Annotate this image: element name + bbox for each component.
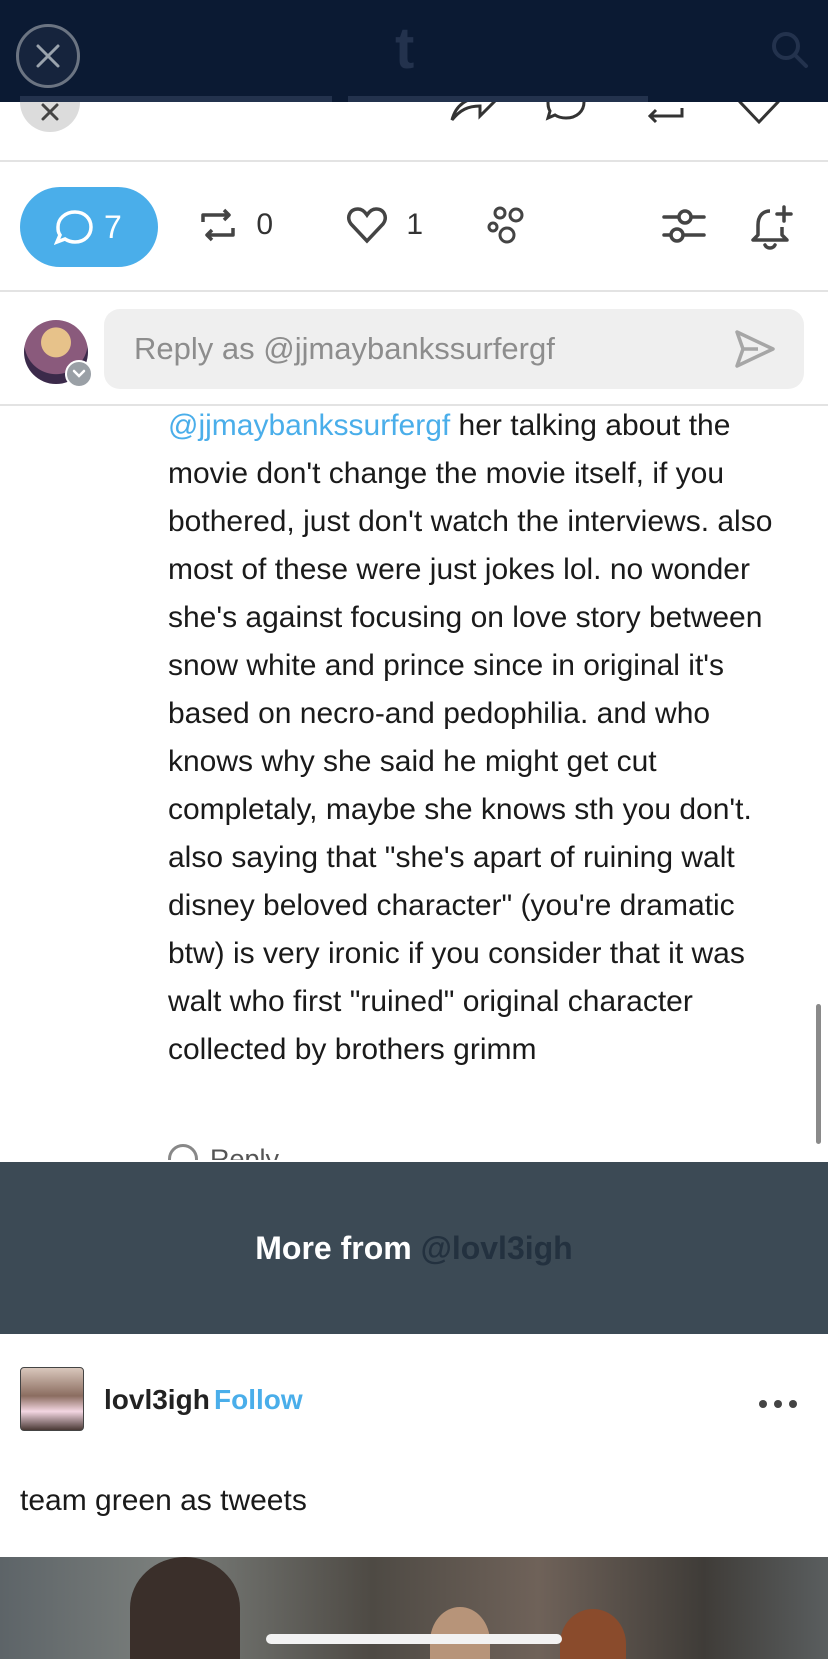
reply-icon bbox=[168, 1144, 198, 1160]
close-overlay-button[interactable] bbox=[16, 24, 80, 88]
post-actions-peek bbox=[0, 102, 828, 162]
post-card: lovl3igh Follow team green as tweets bbox=[0, 1334, 828, 1659]
comments-tab[interactable]: 7 bbox=[20, 187, 158, 267]
comment-icon bbox=[54, 210, 93, 245]
note-actions: 7 0 1 bbox=[0, 162, 828, 292]
more-options-icon[interactable] bbox=[758, 1398, 798, 1410]
comment-reply-button[interactable]: Reply bbox=[168, 1140, 368, 1160]
share-icon[interactable] bbox=[448, 102, 496, 128]
mention-link[interactable]: @jjmaybankssurfergf bbox=[168, 409, 450, 442]
close-icon bbox=[41, 103, 59, 121]
bubbles-icon bbox=[487, 206, 524, 244]
search-icon[interactable] bbox=[770, 30, 810, 70]
home-indicator[interactable] bbox=[266, 1634, 562, 1644]
comment-body: her talking about the movie don't change… bbox=[168, 409, 773, 1066]
reblogs-count: 0 bbox=[256, 208, 274, 241]
follow-button[interactable]: Follow bbox=[214, 1384, 303, 1416]
tumblr-logo[interactable]: t bbox=[395, 20, 435, 78]
post-author-name[interactable]: lovl3igh bbox=[104, 1384, 210, 1416]
post-author-avatar[interactable] bbox=[20, 1367, 84, 1431]
notify-button[interactable] bbox=[750, 205, 794, 251]
reblogs-tab[interactable]: 0 bbox=[198, 205, 273, 245]
reply-input[interactable] bbox=[134, 309, 714, 389]
likes-count: 1 bbox=[406, 208, 424, 241]
close-icon bbox=[36, 44, 60, 68]
reply-composer bbox=[0, 292, 828, 406]
chevron-down-icon bbox=[72, 369, 86, 378]
likes-tab[interactable]: 1 bbox=[346, 205, 423, 245]
more-from-handle[interactable]: @lovl3igh bbox=[421, 1230, 573, 1266]
reply-box[interactable] bbox=[104, 309, 804, 389]
image-figure bbox=[560, 1609, 626, 1659]
dismiss-button[interactable] bbox=[20, 102, 80, 132]
reblog-icon[interactable] bbox=[640, 102, 688, 128]
logo-letter: t bbox=[395, 16, 415, 81]
post-caption: team green as tweets bbox=[20, 1484, 307, 1517]
comments-count: 7 bbox=[104, 209, 122, 245]
bell-plus-icon bbox=[751, 205, 793, 250]
send-icon[interactable] bbox=[734, 329, 776, 369]
image-figure bbox=[430, 1607, 490, 1659]
more-from-label: More from bbox=[255, 1230, 421, 1266]
community-labels-tab[interactable] bbox=[486, 205, 528, 245]
reply-label: Reply bbox=[210, 1144, 280, 1160]
more-from-text: More from @lovl3igh bbox=[0, 1162, 828, 1334]
account-switcher[interactable] bbox=[65, 360, 93, 388]
image-figure bbox=[130, 1557, 240, 1659]
scrollbar[interactable] bbox=[816, 1004, 821, 1144]
reblog-icon bbox=[201, 208, 235, 242]
heart-icon bbox=[347, 207, 387, 244]
top-bar: t bbox=[0, 0, 828, 102]
heart-icon[interactable] bbox=[734, 102, 784, 128]
more-from-banner: More from @lovl3igh bbox=[0, 1162, 828, 1334]
sliders-icon bbox=[662, 209, 706, 243]
comment-text: @jjmaybankssurfergf her talking about th… bbox=[168, 402, 798, 1074]
filter-button[interactable] bbox=[662, 205, 706, 245]
comment-icon[interactable] bbox=[544, 102, 588, 128]
